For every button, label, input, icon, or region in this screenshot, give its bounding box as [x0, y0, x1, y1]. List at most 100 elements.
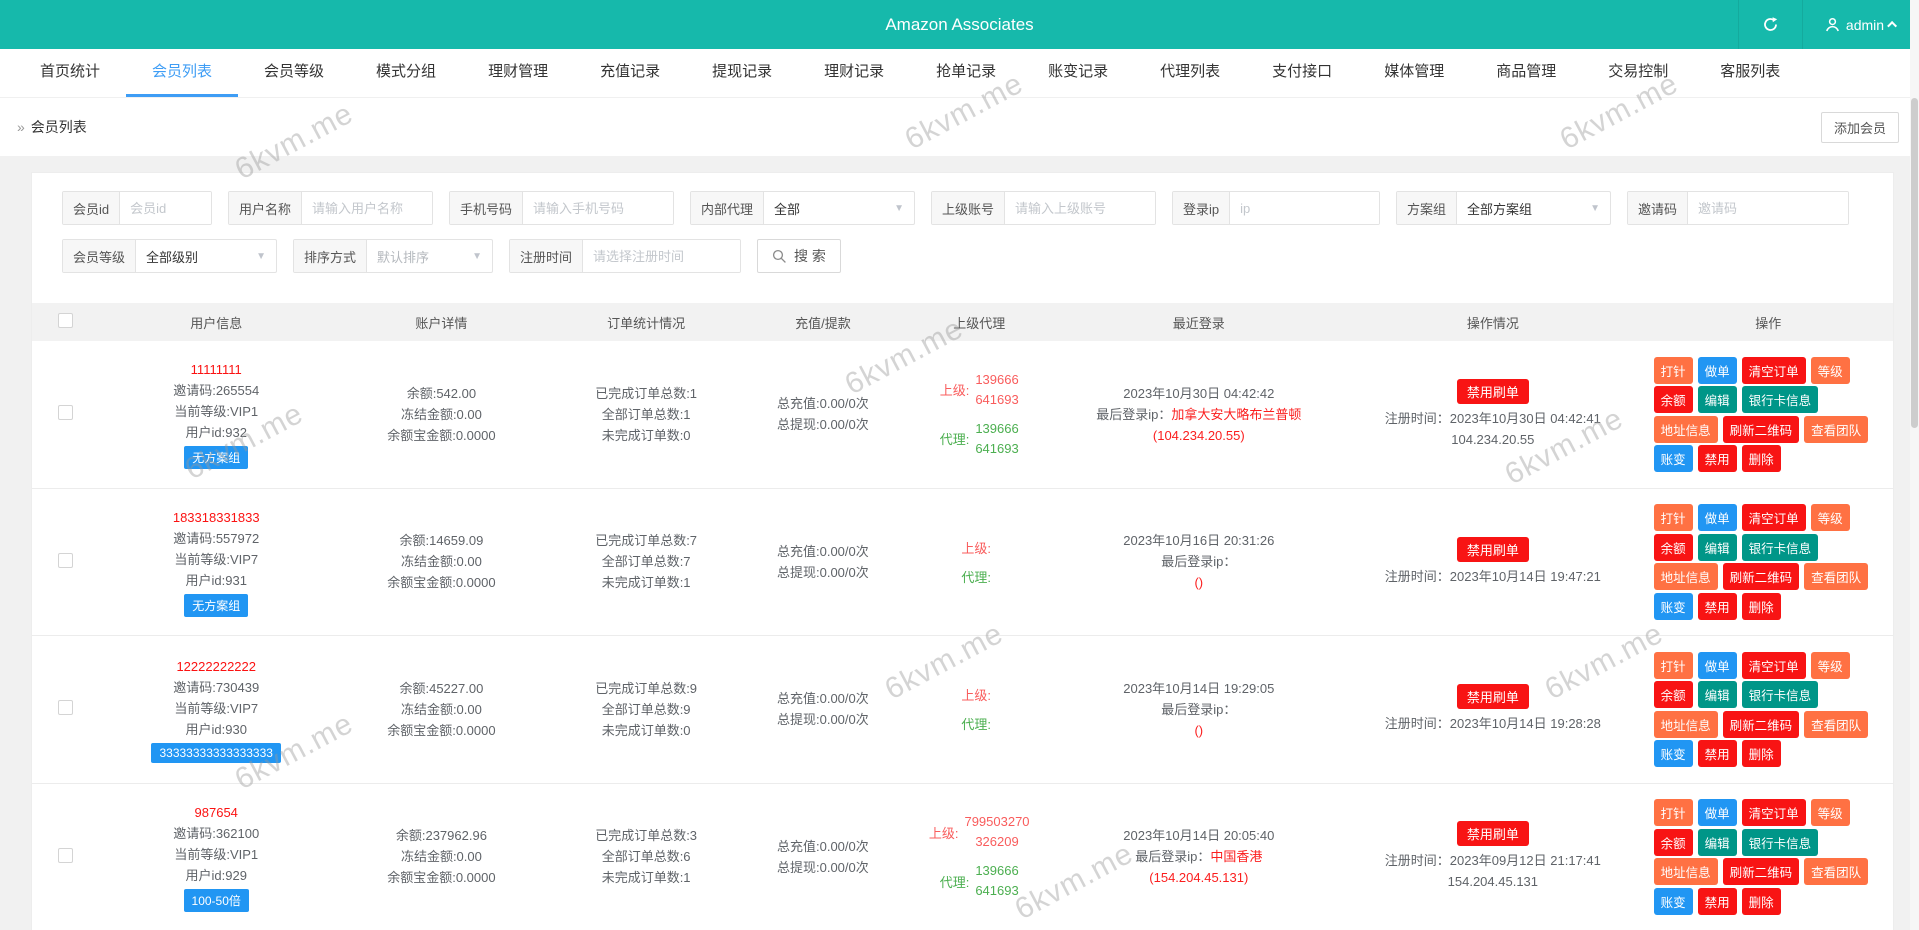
add-member-button[interactable]: 添加会员	[1820, 111, 1899, 143]
action-button[interactable]: 打针	[1653, 356, 1693, 384]
refresh-button[interactable]	[1738, 0, 1802, 49]
internal-agent-select[interactable]: 全部 ▼	[764, 192, 914, 224]
status-badge[interactable]: 禁用刷单	[1456, 378, 1529, 404]
row-checkbox[interactable]	[57, 700, 73, 716]
action-button[interactable]: 地址信息	[1653, 858, 1718, 885]
action-button[interactable]: 等级	[1810, 504, 1850, 531]
scrollbar-track[interactable]	[1910, 0, 1919, 930]
nav-tab[interactable]: 商品管理	[1470, 49, 1582, 97]
row-checkbox[interactable]	[57, 405, 73, 421]
action-button[interactable]: 编辑	[1697, 533, 1737, 561]
nav-tab[interactable]: 首页统计	[14, 49, 126, 97]
nav-tab[interactable]: 客服列表	[1694, 49, 1806, 97]
action-button[interactable]: 做单	[1697, 799, 1737, 826]
action-button[interactable]: 刷新二维码	[1722, 563, 1800, 590]
action-button[interactable]: 清空订单	[1741, 799, 1806, 826]
action-button[interactable]: 禁用	[1697, 740, 1737, 767]
account-cell: 余额:237962.96 冻结金额:0.00 余额宝金额:0.0000	[333, 783, 550, 930]
funds-cell: 总充值:0.00/0次 总提现:0.00/0次	[742, 341, 903, 489]
plan-group-select[interactable]: 全部方案组 ▼	[1457, 192, 1610, 224]
actions-cell: 打针 做单 清空订单 等级余额 编辑 银行卡信息 地址信息 刷新二维码 查看团队账变 禁用 删除	[1643, 341, 1893, 489]
invite-code-input[interactable]	[1688, 192, 1848, 224]
action-button[interactable]: 删除	[1741, 740, 1781, 767]
row-checkbox[interactable]	[57, 552, 73, 568]
action-button[interactable]: 编辑	[1697, 681, 1737, 708]
action-button[interactable]: 银行卡信息	[1741, 386, 1819, 413]
status-badge[interactable]: 禁用刷单	[1456, 821, 1529, 847]
nav-tab[interactable]: 支付接口	[1246, 49, 1358, 97]
action-button[interactable]: 清空订单	[1741, 651, 1806, 679]
action-button[interactable]: 账变	[1653, 740, 1693, 767]
action-button[interactable]: 禁用	[1697, 445, 1737, 472]
search-button[interactable]: 搜 索	[757, 239, 841, 273]
action-button[interactable]: 编辑	[1697, 386, 1737, 413]
action-button[interactable]: 余额	[1653, 681, 1693, 708]
action-button[interactable]: 删除	[1741, 887, 1781, 915]
action-button[interactable]: 账变	[1653, 592, 1693, 620]
select-all-checkbox[interactable]	[57, 313, 73, 328]
nav-tab[interactable]: 模式分组	[350, 49, 462, 97]
action-button[interactable]: 地址信息	[1653, 563, 1718, 590]
action-button[interactable]: 查看团队	[1804, 710, 1869, 738]
action-button[interactable]: 删除	[1741, 445, 1781, 472]
nav-tab[interactable]: 充值记录	[574, 49, 686, 97]
status-badge[interactable]: 禁用刷单	[1456, 684, 1529, 710]
action-button[interactable]: 余额	[1653, 828, 1693, 856]
phone-input[interactable]	[523, 192, 673, 224]
action-button[interactable]: 禁用	[1697, 592, 1737, 620]
action-button[interactable]: 编辑	[1697, 828, 1737, 856]
reg-time-input[interactable]	[583, 240, 740, 272]
nav-tab[interactable]: 媒体管理	[1358, 49, 1470, 97]
agent-values: 139666 641693	[975, 863, 1019, 899]
action-button[interactable]: 清空订单	[1741, 356, 1806, 384]
scrollbar-thumb[interactable]	[1911, 98, 1918, 428]
action-button[interactable]: 做单	[1697, 504, 1737, 531]
status-badge[interactable]: 禁用刷单	[1456, 536, 1529, 562]
action-button[interactable]: 银行卡信息	[1741, 533, 1819, 561]
nav-tab[interactable]: 会员等级	[238, 49, 350, 97]
member-id-input[interactable]	[120, 192, 211, 224]
login-ip-input[interactable]	[1230, 192, 1379, 224]
action-button[interactable]: 地址信息	[1653, 710, 1718, 738]
action-button[interactable]: 打针	[1653, 799, 1693, 826]
action-button[interactable]: 账变	[1653, 887, 1693, 915]
select-value: 默认排序	[377, 249, 430, 265]
nav-tab[interactable]: 抢单记录	[910, 49, 1022, 97]
nav-tab[interactable]: 代理列表	[1134, 49, 1246, 97]
user-menu[interactable]: admin	[1802, 0, 1919, 49]
action-button[interactable]: 等级	[1810, 356, 1850, 384]
action-button[interactable]: 地址信息	[1653, 415, 1718, 443]
action-button[interactable]: 做单	[1697, 356, 1737, 384]
action-button[interactable]: 银行卡信息	[1741, 681, 1819, 708]
nav-tab[interactable]: 理财管理	[462, 49, 574, 97]
action-button[interactable]: 账变	[1653, 445, 1693, 472]
action-button[interactable]: 打针	[1653, 504, 1693, 531]
action-button[interactable]: 刷新二维码	[1722, 710, 1800, 738]
action-button[interactable]: 打针	[1653, 651, 1693, 679]
action-button[interactable]: 余额	[1653, 533, 1693, 561]
row-checkbox[interactable]	[57, 847, 73, 863]
action-button[interactable]: 银行卡信息	[1741, 828, 1819, 856]
action-button[interactable]: 查看团队	[1804, 858, 1869, 885]
action-button[interactable]: 清空订单	[1741, 504, 1806, 531]
nav-tab[interactable]: 会员列表	[126, 49, 239, 97]
nav-tab[interactable]: 账变记录	[1022, 49, 1134, 97]
action-button[interactable]: 删除	[1741, 592, 1781, 620]
action-button[interactable]: 查看团队	[1804, 415, 1869, 443]
action-button[interactable]: 查看团队	[1804, 563, 1869, 590]
member-level-select[interactable]: 全部级别 ▼	[136, 240, 276, 272]
nav-tab[interactable]: 理财记录	[798, 49, 910, 97]
nav-tab[interactable]: 交易控制	[1582, 49, 1694, 97]
parent-account-input[interactable]	[1005, 192, 1155, 224]
username-input[interactable]	[302, 192, 432, 224]
action-button[interactable]: 余额	[1653, 386, 1693, 413]
action-button[interactable]: 刷新二维码	[1722, 858, 1800, 885]
action-button[interactable]: 做单	[1697, 651, 1737, 679]
action-button[interactable]: 刷新二维码	[1722, 415, 1800, 443]
column-header: 账户详情	[333, 303, 550, 341]
nav-tab[interactable]: 提现记录	[686, 49, 798, 97]
action-button[interactable]: 禁用	[1697, 887, 1737, 915]
action-button[interactable]: 等级	[1810, 799, 1850, 826]
action-button[interactable]: 等级	[1810, 651, 1850, 679]
sort-order-select[interactable]: 默认排序 ▼	[367, 240, 492, 272]
